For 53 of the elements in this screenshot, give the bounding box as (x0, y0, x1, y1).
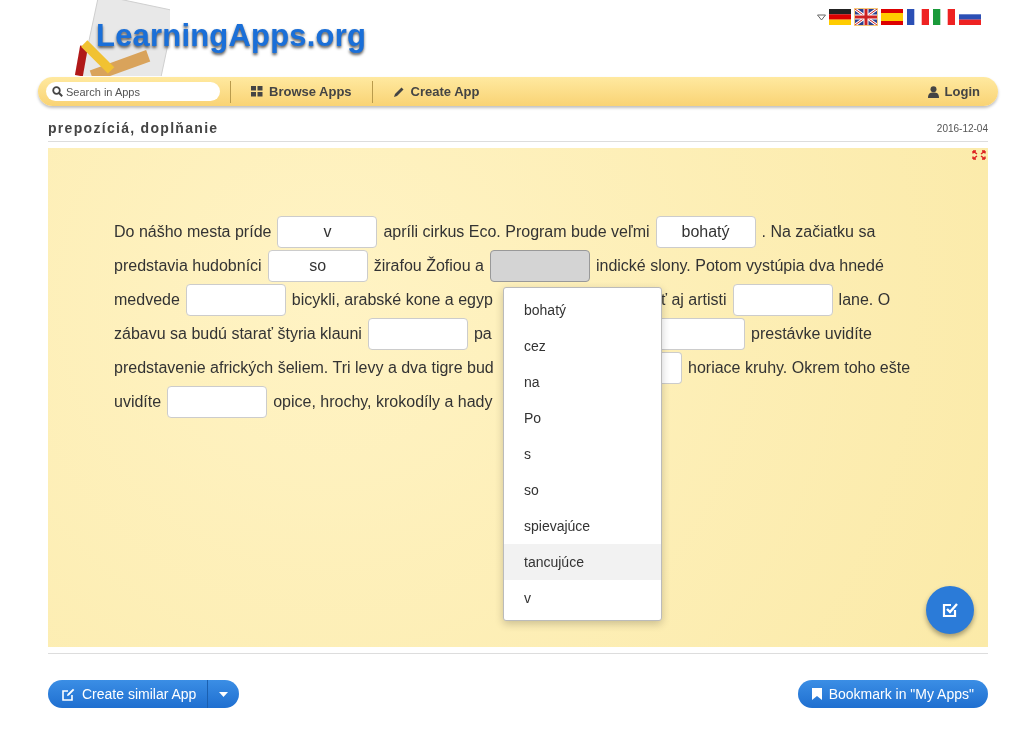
create-app-button[interactable]: Create App (382, 84, 490, 99)
browse-apps-button[interactable]: Browse Apps (241, 84, 362, 99)
search-field[interactable]: Search in Apps (46, 82, 220, 101)
dropdown-option[interactable]: v (504, 580, 661, 616)
dropdown-option[interactable]: bohatý (504, 292, 661, 328)
user-icon (927, 85, 939, 98)
dropdown-option[interactable]: tancujúce (504, 544, 661, 580)
login-button[interactable]: Login (917, 84, 990, 99)
answer-box[interactable]: bohatý (655, 216, 756, 248)
exercise-text: opice, hrochy, krokodíly a hady (273, 393, 493, 411)
dropdown-option[interactable]: s (504, 436, 661, 472)
answer-box[interactable]: so (267, 250, 368, 282)
answer-box[interactable]: v (277, 216, 378, 248)
grid-icon (251, 86, 263, 97)
check-icon (941, 601, 959, 619)
exercise-text: Do nášho mesta príde (114, 223, 272, 241)
dropdown-option[interactable]: na (504, 364, 661, 400)
exercise-text: predstavenie afrických šeliem. Tri levy a dva tigre bud (114, 359, 494, 377)
exercise-text: . Na začiatku sa (761, 223, 876, 241)
search-icon (52, 86, 63, 97)
dropdown-option[interactable]: so (504, 472, 661, 508)
caret-icon (219, 691, 229, 697)
site-logo-text[interactable]: LearningApps.org (96, 18, 367, 54)
exercise-text: ť aj artisti (661, 291, 727, 309)
bookmark-icon (811, 688, 822, 700)
exercise-text: horiace kruhy. Okrem toho ešte (688, 359, 911, 377)
check-button[interactable] (926, 586, 974, 634)
dropdown-option[interactable]: Po (504, 400, 661, 436)
pencil-icon (392, 85, 405, 98)
exercise-text: bicykli, arabské kone a egyp (291, 291, 493, 309)
fullscreen-icon[interactable] (972, 150, 986, 160)
exercise-text: predstavia hudobníci (114, 257, 262, 275)
exercise-text: indické slony. Potom vystúpia dva hnedé (595, 257, 884, 275)
exercise-text: apríli cirkus Eco. Program bude veľmi (383, 223, 650, 241)
exercise-text: lane. O (838, 291, 891, 309)
edit-icon (62, 687, 75, 701)
dropdown-triangle-icon[interactable] (817, 13, 826, 21)
exercise-text: zábavu sa budú starať štyria klauni (114, 325, 362, 343)
caret-button[interactable] (207, 680, 240, 708)
language-flag-icon[interactable] (906, 8, 930, 26)
app-title: prepozíciá, doplňanie (48, 120, 219, 136)
bookmark-button[interactable]: Bookmark in "My Apps" (797, 680, 988, 708)
create-similar-app-button[interactable]: Create similar App (48, 680, 208, 708)
dropdown-option[interactable]: spievajúce (504, 508, 661, 544)
exercise-text: žirafou Žofiou a (373, 257, 484, 275)
dropdown-option[interactable]: cez (504, 328, 661, 364)
exercise-text: pa (473, 325, 492, 343)
date-label: 2016-12-04 (936, 122, 988, 134)
language-flag-icon[interactable] (854, 8, 878, 26)
exercise-text: uvidíte (114, 393, 162, 411)
language-flag-icon[interactable] (828, 8, 852, 26)
exercise-text: medvede (114, 291, 180, 309)
exercise-text: prestávke uvidíte (751, 325, 872, 343)
